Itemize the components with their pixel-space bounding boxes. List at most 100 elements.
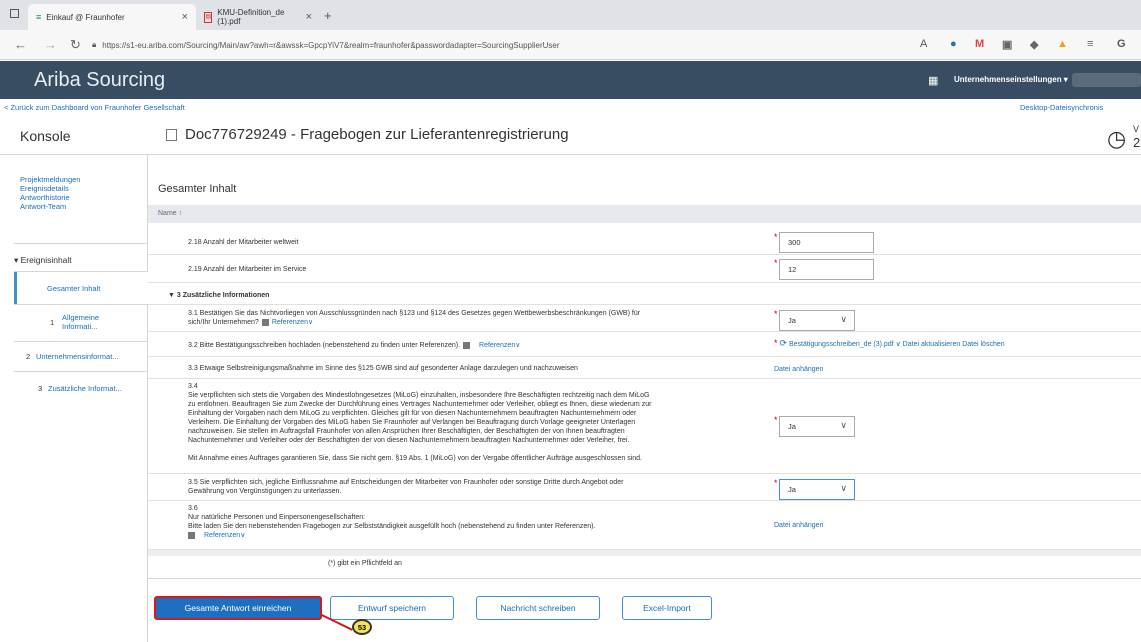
breadcrumb: < Zurück zum Dashboard von Fraunhofer Ge… (0, 99, 1141, 117)
attachment-icon: ⟳ (779, 338, 788, 348)
close-icon[interactable]: × (182, 11, 188, 23)
influence-confirm-select[interactable]: Ja ∨ (779, 479, 855, 500)
profile-icon[interactable]: G (1117, 38, 1126, 50)
sidebar-item-label: Unternehmensinformat... (36, 352, 119, 361)
question-text: 3.2 Bitte Bestätigungsschreiben hochlade… (188, 342, 461, 349)
compose-message-button[interactable]: Nachricht schreiben (476, 596, 600, 620)
horizontal-scrollbar[interactable] (148, 550, 1141, 556)
sidebar: Projektmeldungen Ereignisdetails Antwort… (0, 155, 148, 642)
question-line: nachzuweisen. Sie stellen im Auftragsfal… (188, 428, 625, 435)
save-draft-button[interactable]: Entwurf speichern (330, 596, 454, 620)
back-arrow-icon[interactable]: ← (14, 37, 27, 52)
pdf-icon: ▤ (204, 11, 213, 23)
excel-import-button[interactable]: Excel-Import (622, 596, 712, 620)
reload-icon[interactable]: ↻ (70, 37, 81, 53)
question-line: Nur natürliche Personen und Einpersoneng… (188, 514, 366, 521)
table-row: 3.4 Sie verpflichten sich stets die Vorg… (148, 379, 1141, 474)
tab-einkauf[interactable]: ≡ Einkauf @ Fraunhofer × (28, 4, 196, 30)
app-brand: Ariba Sourcing (34, 69, 166, 91)
table-row: 2.19 Anzahl der Mitarbeiter im Service *… (148, 255, 1141, 283)
question-label: 3.5 Sie verpflichten sich, jegliche Einf… (188, 479, 624, 486)
divider (14, 371, 148, 372)
sidebar-item-all-content[interactable]: Gesamter Inhalt (14, 272, 148, 304)
new-tab-button[interactable]: + (324, 8, 332, 23)
tab-actions-icon[interactable] (10, 9, 19, 18)
required-marker: * (774, 258, 778, 268)
required-marker: * (774, 338, 778, 348)
extension-blue-icon[interactable]: ● (950, 38, 957, 50)
close-icon[interactable]: × (306, 11, 312, 23)
attach-file-link[interactable]: Datei anhängen (774, 365, 823, 374)
attach-file-link[interactable]: Datei anhängen (774, 521, 823, 530)
question-line: Verleihern. Die Einhaltung der Vorgaben … (188, 419, 636, 426)
chevron-down-icon: ∨ (840, 420, 847, 430)
back-to-dashboard-link[interactable]: < Zurück zum Dashboard von Fraunhofer Ge… (4, 103, 185, 112)
sidebar-item-label: Allgemeine Informati... (62, 313, 100, 331)
question-label: 3.2 Bitte Bestätigungsschreiben hochlade… (188, 341, 520, 350)
employees-service-input[interactable]: 12 (779, 259, 874, 280)
forward-arrow-icon[interactable]: → (44, 37, 57, 52)
sidebar-item-company-info[interactable]: 2 Unternehmensinformat... (14, 345, 148, 365)
sidebar-item-label: Gesamter Inhalt (47, 284, 101, 293)
main-content: Gesamter Inhalt Name ↑ 2.18 Anzahl der M… (148, 155, 1141, 642)
gwb-confirm-select[interactable]: Ja ∨ (779, 310, 855, 331)
question-line: zu entlohnen. Beauftragen Sie zum Zwecke… (188, 401, 652, 408)
question-label: 3.1 Bestätigen Sie das Nichtvorliegen vo… (188, 310, 641, 317)
question-text: sich/Ihr Unternehmen? (188, 319, 259, 326)
desktop-sync-link[interactable]: Desktop-Dateisynchronis (1020, 103, 1103, 112)
extension-orange-icon[interactable]: ▲ (1057, 38, 1068, 50)
shield-icon[interactable]: ◆ (1030, 38, 1038, 51)
console-title: Konsole (20, 128, 71, 144)
sidebar-link-response-team[interactable]: Antwort-Team (20, 202, 66, 211)
divider (14, 243, 148, 244)
references-row: Referenzen∨ (188, 531, 758, 540)
clock-value: 2 (1133, 135, 1141, 150)
required-note: (*) gibt ein Pflichtfeld an (328, 560, 402, 567)
question-number: 3.6 (188, 505, 198, 512)
question-line: Mit Annahme eines Auftrages garantieren … (188, 455, 642, 462)
references-dropdown[interactable]: Referenzen∨ (204, 532, 245, 539)
tab-pdf[interactable]: ▤ KMU-Definition_de (1).pdf × (196, 4, 320, 30)
divider (14, 304, 148, 305)
attached-file-link[interactable]: Bestätigungsschreiben_de (3).pdf ∨ (789, 341, 901, 348)
question-line: Bitte laden Sie den nebenstehenden Frage… (188, 523, 596, 530)
update-file-link[interactable]: Datei aktualisieren (903, 341, 961, 348)
employees-worldwide-input[interactable]: 300 (779, 232, 874, 253)
references-dropdown[interactable]: Referenzen∨ (272, 319, 313, 326)
sidebar-link-response-history[interactable]: Antworthistorie (20, 193, 70, 202)
sidebar-item-additional-info[interactable]: 3 Zusätzliche Informat... (14, 377, 148, 397)
document-icon (166, 128, 177, 141)
tab-label: Einkauf @ Fraunhofer (46, 12, 125, 22)
read-aloud-icon[interactable]: A (920, 38, 927, 50)
company-settings-menu[interactable]: Unternehmenseinstellungen ▾ (954, 75, 1068, 84)
table-row: 3.5 Sie verpflichten sich, jegliche Einf… (148, 474, 1141, 501)
sidebar-link-project-messages[interactable]: Projektmeldungen (20, 175, 80, 184)
name-column-header[interactable]: Name ↑ (148, 205, 1141, 223)
submit-entire-response-button[interactable]: Gesamte Antwort einreichen (154, 596, 322, 620)
chevron-down-icon: ∨ (840, 314, 847, 324)
browser-tab-bar: ≡ Einkauf @ Fraunhofer × ▤ KMU-Definitio… (0, 0, 1141, 30)
extension-gray-icon[interactable]: ▣ (1002, 38, 1012, 51)
section-row[interactable]: ▼ 3 Zusätzliche Informationen (148, 283, 1141, 305)
event-content-toggle[interactable]: ▾ Ereignisinhalt (14, 255, 72, 266)
delete-file-link[interactable]: Datei löschen (962, 341, 1004, 348)
user-account-menu[interactable] (1072, 73, 1141, 87)
sidebar-item-label: Zusätzliche Informat... (48, 384, 122, 393)
select-value: Ja (788, 316, 796, 325)
required-marker: * (774, 478, 778, 488)
clock-icon: ◷ (1107, 126, 1127, 151)
sidebar-link-event-details[interactable]: Ereignisdetails (20, 184, 69, 193)
milog-confirm-select[interactable]: Ja ∨ (779, 416, 855, 437)
app-grid-icon[interactable]: ▦ (928, 74, 938, 87)
url-field[interactable]: 🔒︎ https://s1-eu.ariba.com/Sourcing/Main… (92, 35, 912, 55)
references-dropdown[interactable]: Referenzen∨ (479, 342, 520, 349)
fraunhofer-tab-icon: ≡ (36, 12, 42, 22)
menu-icon[interactable]: ≡ (1087, 38, 1093, 50)
required-marker: * (774, 415, 778, 425)
section-3-toggle[interactable]: ▼ 3 Zusätzliche Informationen (168, 291, 269, 300)
extension-m-icon[interactable]: M (975, 38, 984, 50)
lock-icon: 🔒︎ (92, 40, 97, 49)
required-marker: * (774, 232, 778, 242)
sidebar-item-general-info[interactable]: 1 Allgemeine Informati... (14, 308, 148, 336)
table-row: 3.6 Nur natürliche Personen und Einperso… (148, 501, 1141, 550)
